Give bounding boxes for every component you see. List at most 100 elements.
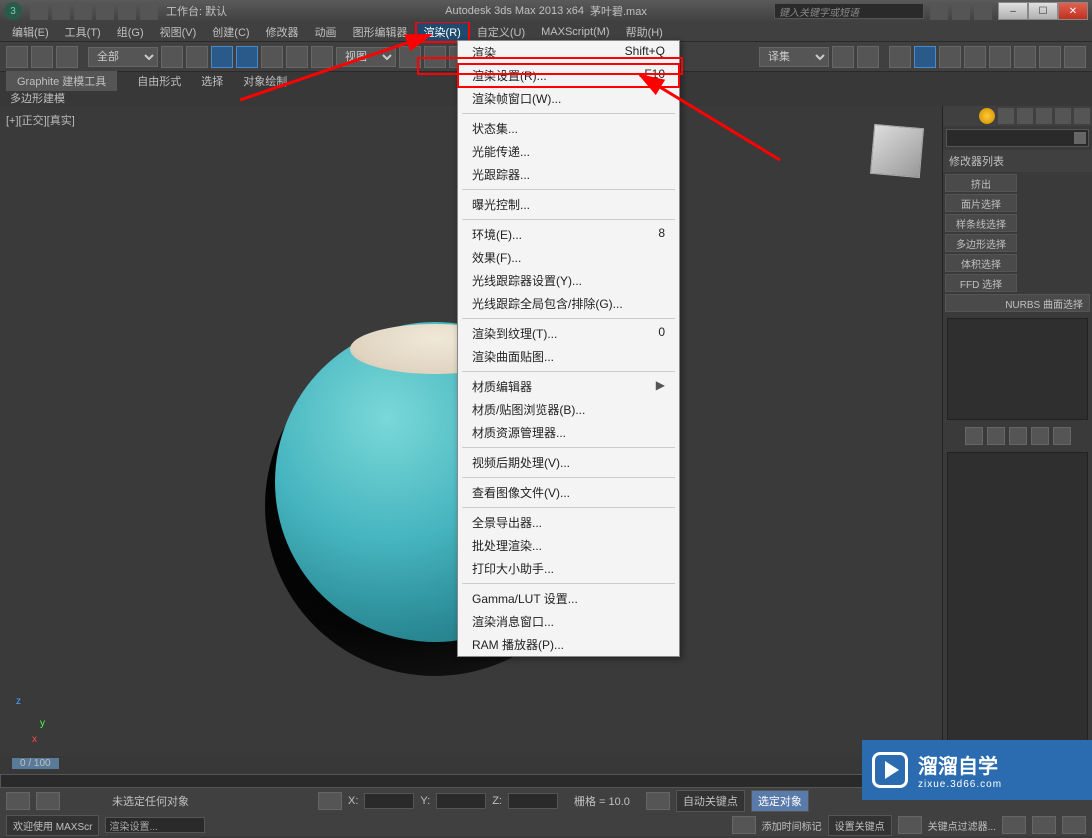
menu-item[interactable]: 材质资源管理器... [458, 421, 679, 444]
scale-tool[interactable] [311, 46, 333, 68]
z-field[interactable] [508, 793, 558, 809]
create-tab-icon[interactable] [979, 108, 995, 124]
align-tool[interactable] [857, 46, 879, 68]
bind-tool[interactable] [56, 46, 78, 68]
utilities-tab-icon[interactable] [1074, 108, 1090, 124]
modifier-stack[interactable] [947, 318, 1088, 420]
key-filter[interactable]: 关键点过滤器... [928, 818, 996, 833]
btn-vol-select[interactable]: 体积选择 [945, 254, 1017, 272]
viewport-label[interactable]: [+][正交][真实] [6, 112, 75, 128]
modifier-list-label[interactable]: 修改器列表 [943, 150, 1092, 172]
teapot-icon[interactable] [1064, 46, 1086, 68]
manip-tool[interactable] [424, 46, 446, 68]
window-crossing[interactable] [236, 46, 258, 68]
menu-item[interactable]: 渲染帧窗口(W)... [458, 87, 679, 110]
menu-item[interactable]: 光跟踪器... [458, 163, 679, 186]
workspace-label[interactable]: 工作台: 默认 [166, 3, 227, 19]
tab-paint[interactable]: 对象绘制 [243, 73, 287, 89]
view-cube[interactable] [870, 124, 924, 178]
make-unique-icon[interactable] [1009, 427, 1027, 445]
menu-item[interactable]: 查看图像文件(V)... [458, 481, 679, 504]
link-icon[interactable] [140, 2, 158, 20]
menu-item[interactable]: 光线跟踪全局包含/排除(G)... [458, 292, 679, 315]
help-icon[interactable] [974, 2, 992, 20]
btn-extrude[interactable]: 挤出 [945, 174, 1017, 192]
btn-poly-select[interactable]: 多边形选择 [945, 234, 1017, 252]
menu-item[interactable]: 光线跟踪器设置(Y)... [458, 269, 679, 292]
schematic-view[interactable] [939, 46, 961, 68]
minimize-button[interactable]: – [998, 2, 1028, 20]
render-prod[interactable] [1039, 46, 1061, 68]
setkey-button[interactable]: 设置关键点 [828, 815, 892, 836]
render-setup[interactable] [989, 46, 1011, 68]
menu-item[interactable]: 环境(E)...8 [458, 223, 679, 246]
rollout-area[interactable] [947, 452, 1088, 753]
menu-item[interactable]: 状态集... [458, 117, 679, 140]
add-time-tag[interactable]: 添加时间标记 [762, 818, 822, 833]
select-region[interactable] [211, 46, 233, 68]
menu-item[interactable]: 曝光控制... [458, 193, 679, 216]
btn-spline-select[interactable]: 样条线选择 [945, 214, 1017, 232]
search-input[interactable]: 键入关键字或短语 [774, 3, 924, 19]
close-button[interactable]: ✕ [1058, 2, 1088, 20]
undo-icon[interactable] [96, 2, 114, 20]
curve-editor[interactable] [914, 46, 936, 68]
menu-item[interactable]: 光能传递... [458, 140, 679, 163]
autokey-button[interactable]: 自动关键点 [676, 790, 745, 812]
menu-customize[interactable]: 自定义(U) [469, 22, 533, 42]
rotate-tool[interactable] [286, 46, 308, 68]
material-editor[interactable] [964, 46, 986, 68]
mirror-tool[interactable] [832, 46, 854, 68]
new-icon[interactable] [30, 2, 48, 20]
selset-button[interactable]: 选定对象 [751, 790, 809, 812]
menu-item[interactable]: 视频后期处理(V)... [458, 451, 679, 474]
menu-item[interactable]: 材质编辑器▶ [458, 375, 679, 398]
menu-maxscript[interactable]: MAXScript(M) [533, 24, 617, 40]
object-name-field[interactable] [946, 129, 1089, 147]
menu-rendering[interactable]: 渲染(R) [416, 22, 469, 42]
ref-coord[interactable]: 视图 [336, 47, 396, 67]
lock-icon[interactable] [318, 792, 342, 810]
star-icon[interactable] [952, 2, 970, 20]
time-tag-icon[interactable] [732, 816, 756, 834]
pin-stack-icon[interactable] [965, 427, 983, 445]
render-frame[interactable] [1014, 46, 1036, 68]
save-icon[interactable] [74, 2, 92, 20]
info-icon[interactable] [930, 2, 948, 20]
select-tool[interactable] [161, 46, 183, 68]
tab-freeform[interactable]: 自由形式 [137, 73, 181, 89]
center-pivot[interactable] [399, 46, 421, 68]
key-mode-icon[interactable] [898, 816, 922, 834]
menu-group[interactable]: 组(G) [109, 22, 152, 42]
link-tool[interactable] [6, 46, 28, 68]
toggle-2[interactable] [36, 792, 60, 810]
hierarchy-tab-icon[interactable] [1017, 108, 1033, 124]
menu-tools[interactable]: 工具(T) [57, 22, 109, 42]
menu-item[interactable]: 材质/贴图浏览器(B)... [458, 398, 679, 421]
remove-mod-icon[interactable] [1031, 427, 1049, 445]
listener-input[interactable] [105, 817, 205, 833]
menu-item[interactable]: 渲染设置(R)...F10 [458, 64, 679, 87]
btn-nurbs-select[interactable]: NURBS 曲面选择 [945, 294, 1090, 312]
play-next-icon[interactable] [1062, 816, 1086, 834]
time-marker[interactable]: 0 / 100 [12, 758, 59, 769]
menu-item[interactable]: RAM 播放器(P)... [458, 633, 679, 656]
menu-item[interactable]: 批处理渲染... [458, 534, 679, 557]
menu-item[interactable]: 全景导出器... [458, 511, 679, 534]
named-sets[interactable]: 译集 [759, 47, 829, 67]
open-icon[interactable] [52, 2, 70, 20]
unlink-tool[interactable] [31, 46, 53, 68]
poly-modeling-label[interactable]: 多边形建模 [10, 90, 65, 106]
key-icon[interactable] [646, 792, 670, 810]
layer-tool[interactable] [889, 46, 911, 68]
redo-icon[interactable] [118, 2, 136, 20]
menu-item[interactable]: 效果(F)... [458, 246, 679, 269]
show-end-icon[interactable] [987, 427, 1005, 445]
menu-modifiers[interactable]: 修改器 [258, 22, 307, 42]
maximize-button[interactable]: ☐ [1028, 2, 1058, 20]
tab-selection[interactable]: 选择 [201, 73, 223, 89]
display-tab-icon[interactable] [1055, 108, 1071, 124]
menu-item[interactable]: 渲染到纹理(T)...0 [458, 322, 679, 345]
menu-item[interactable]: 打印大小助手... [458, 557, 679, 580]
menu-edit[interactable]: 编辑(E) [4, 22, 57, 42]
